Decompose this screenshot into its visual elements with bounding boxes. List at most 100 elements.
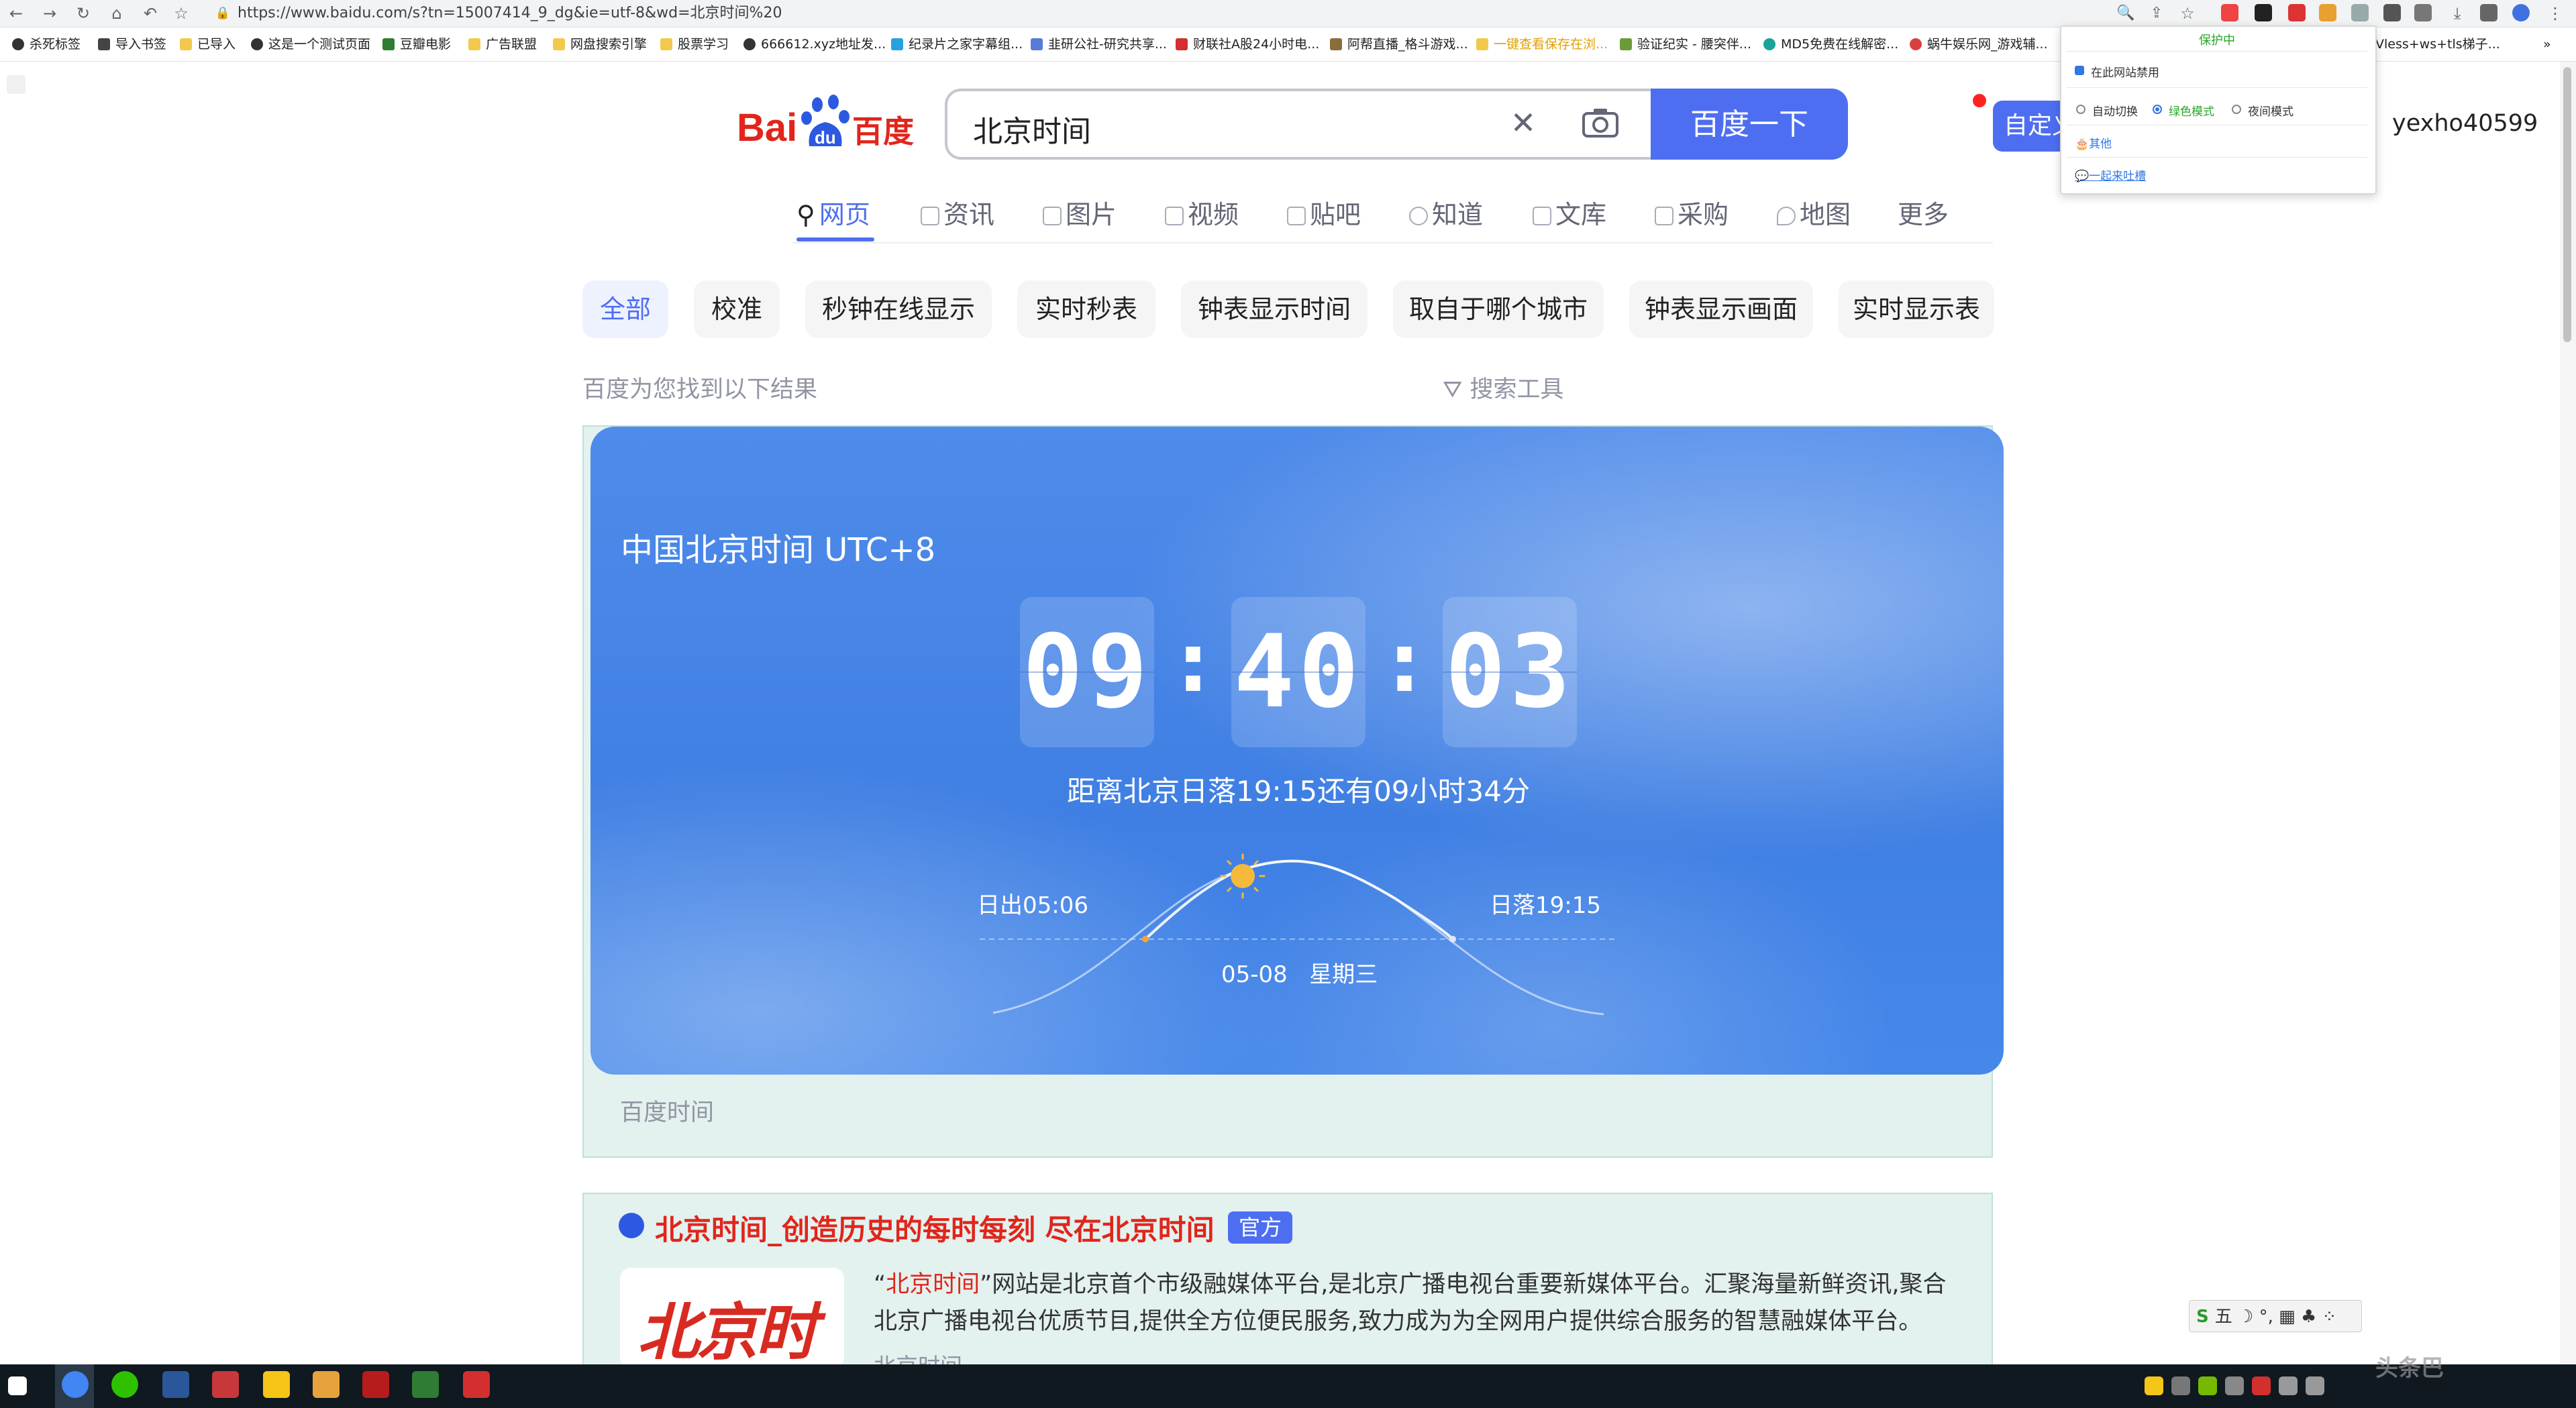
customize-button[interactable]: 自定义 <box>1993 101 2067 152</box>
result-thumbnail[interactable]: 北京时间 <box>620 1268 844 1368</box>
flip-divider <box>1020 671 1154 673</box>
nvidia-icon[interactable] <box>2198 1376 2217 1395</box>
menu-icon[interactable]: ⋮ <box>2543 1 2567 25</box>
camera-icon[interactable] <box>1582 107 1619 138</box>
bookmark-item[interactable]: 666612.xyz地址发... <box>743 34 886 54</box>
bookmark-item[interactable]: 验证纪实 - 腰突伴... <box>1620 34 1751 54</box>
bookmark-item[interactable]: 已导入 <box>180 34 236 54</box>
extension-icon[interactable] <box>2383 4 2401 21</box>
result-title-link[interactable]: 北京时间_创造历史的每时每刻 尽在北京时间 <box>655 1207 1215 1248</box>
tab-news[interactable]: 资讯 <box>921 195 994 235</box>
chip-item[interactable]: 取自于哪个城市 <box>1393 280 1604 338</box>
tray-icon[interactable] <box>2145 1376 2163 1395</box>
bookmark-item[interactable]: 一键查看保存在浏... <box>1476 34 1608 54</box>
bookmark-item[interactable]: MD5免费在线解密... <box>1763 34 1898 54</box>
bookmark-item[interactable]: 纪录片之家字幕组... <box>891 34 1023 54</box>
tab-more[interactable]: 更多 <box>1898 195 1949 235</box>
extension-icon[interactable] <box>2288 4 2306 21</box>
search-button[interactable]: 百度一下 <box>1651 89 1848 160</box>
app-icon[interactable] <box>313 1371 340 1398</box>
bookmark-item[interactable]: 网盘搜索引擎 <box>553 34 647 54</box>
close-icon[interactable]: ✕ <box>1506 106 1540 140</box>
bookmark-item[interactable]: 导入书签 <box>98 34 166 54</box>
tray-icon[interactable] <box>2225 1376 2244 1395</box>
sheet-icon[interactable] <box>412 1371 439 1398</box>
bookmark-item[interactable]: 股票学习 <box>660 34 729 54</box>
more-bookmarks-icon[interactable]: » <box>2543 34 2551 54</box>
tab-wenku[interactable]: 文库 <box>1533 195 1606 235</box>
profile-avatar-icon[interactable] <box>2512 4 2530 21</box>
tab-map[interactable]: 地图 <box>1777 195 1851 235</box>
question-icon <box>1409 207 1428 225</box>
user-name[interactable]: yexho40599 <box>2392 110 2538 137</box>
address-bar[interactable]: https://www.baidu.com/s?tn=15007414_9_dg… <box>238 2 2163 25</box>
undo-icon[interactable]: ↶ <box>138 1 162 25</box>
back-icon[interactable]: ← <box>4 1 28 25</box>
tab-web[interactable]: ⚲ 网页 <box>796 195 870 235</box>
popup-title: 保护中 <box>2199 34 2235 48</box>
tab-images[interactable]: 图片 <box>1043 195 1117 235</box>
bookmark-item[interactable]: 阿帮直播_格斗游戏... <box>1330 34 1468 54</box>
bookmark-item[interactable]: 杀死标签 <box>12 34 81 54</box>
tab-video[interactable]: 视频 <box>1165 195 1239 235</box>
star-icon[interactable]: ☆ <box>169 1 193 25</box>
bookmark-item[interactable]: 广告联盟 <box>468 34 537 54</box>
bookmark-item[interactable]: 豆瓣电影 <box>382 34 451 54</box>
disable-site-checkbox[interactable] <box>2075 66 2084 75</box>
reload-icon[interactable]: ↻ <box>71 1 95 25</box>
bookmark-star-icon[interactable]: ☆ <box>2175 1 2200 25</box>
chip-item[interactable]: 实时秒表 <box>1017 280 1155 338</box>
chip-item[interactable]: 校准 <box>694 280 780 338</box>
other-link[interactable]: 🎂其他 <box>2075 134 2112 151</box>
download-icon[interactable]: ⤓ <box>2445 1 2469 25</box>
zoom-icon[interactable]: 🔍 <box>2114 1 2138 25</box>
chip-item[interactable]: 秒钟在线显示 <box>805 280 992 338</box>
extension-icon[interactable] <box>2221 4 2238 21</box>
chrome-icon[interactable] <box>62 1371 89 1398</box>
extension-icon[interactable] <box>2414 4 2432 21</box>
bookmark-item[interactable]: 财联社A股24小时电... <box>1176 34 1319 54</box>
ime-toolbar[interactable]: S 五 ☽ °, ▦ ♣ ⁘ <box>2189 1300 2362 1332</box>
bookmark-item[interactable]: 这是一个测试页面 <box>251 34 370 54</box>
start-icon[interactable] <box>8 1376 27 1395</box>
tab-tieba[interactable]: 贴吧 <box>1287 195 1361 235</box>
time-separator: : <box>1177 617 1209 710</box>
bookmark-item[interactable]: Vless+ws+tls梯子... <box>2375 34 2500 54</box>
home-icon[interactable]: ⌂ <box>105 1 129 25</box>
extension-icon[interactable] <box>2319 4 2336 21</box>
share-icon[interactable]: ⇪ <box>2145 1 2169 25</box>
search-tools-button[interactable]: ⛛ 搜索工具 <box>1443 370 1564 404</box>
app-icon[interactable] <box>463 1371 490 1398</box>
scrollbar-thumb[interactable] <box>2563 67 2571 342</box>
wechat-icon[interactable] <box>111 1371 138 1398</box>
app-icon[interactable] <box>362 1371 389 1398</box>
app-icon[interactable] <box>212 1371 239 1398</box>
bookmark-item[interactable]: 蜗牛娱乐网_游戏辅... <box>1910 34 2048 54</box>
sidebar-icon[interactable] <box>2480 4 2497 21</box>
word-icon[interactable] <box>162 1371 189 1398</box>
chip-item[interactable]: 钟表显示时间 <box>1181 280 1368 338</box>
auto-switch-radio[interactable] <box>2076 105 2085 114</box>
forward-icon[interactable]: → <box>38 1 62 25</box>
folder-icon <box>468 38 480 50</box>
bookmark-item[interactable]: 韭研公社-研究共享... <box>1031 34 1167 54</box>
extension-icon[interactable] <box>2255 4 2272 21</box>
extension-icon[interactable] <box>2351 4 2369 21</box>
chip-all[interactable]: 全部 <box>582 280 668 338</box>
chip-item[interactable]: 实时显示表 <box>1839 280 1994 338</box>
green-mode-radio[interactable] <box>2153 105 2162 114</box>
tab-zhidao[interactable]: 知道 <box>1409 195 1483 235</box>
volume-icon[interactable] <box>2306 1376 2324 1395</box>
feedback-link[interactable]: 💬一起来吐槽 <box>2075 166 2146 183</box>
card-source-label[interactable]: 百度时间 <box>620 1093 714 1128</box>
tabs-divider <box>792 242 1993 243</box>
night-mode-radio[interactable] <box>2232 105 2241 114</box>
baidu-logo[interactable]: Bai du 百度 <box>737 93 918 153</box>
chip-item[interactable]: 钟表显示画面 <box>1629 280 1813 338</box>
network-icon[interactable] <box>2279 1376 2298 1395</box>
app-icon[interactable] <box>263 1371 290 1398</box>
search-input[interactable]: 北京时间 <box>973 107 1091 150</box>
tray-icon[interactable] <box>2171 1376 2190 1395</box>
tray-icon[interactable] <box>2252 1376 2271 1395</box>
tab-purchase[interactable]: 采购 <box>1655 195 1729 235</box>
